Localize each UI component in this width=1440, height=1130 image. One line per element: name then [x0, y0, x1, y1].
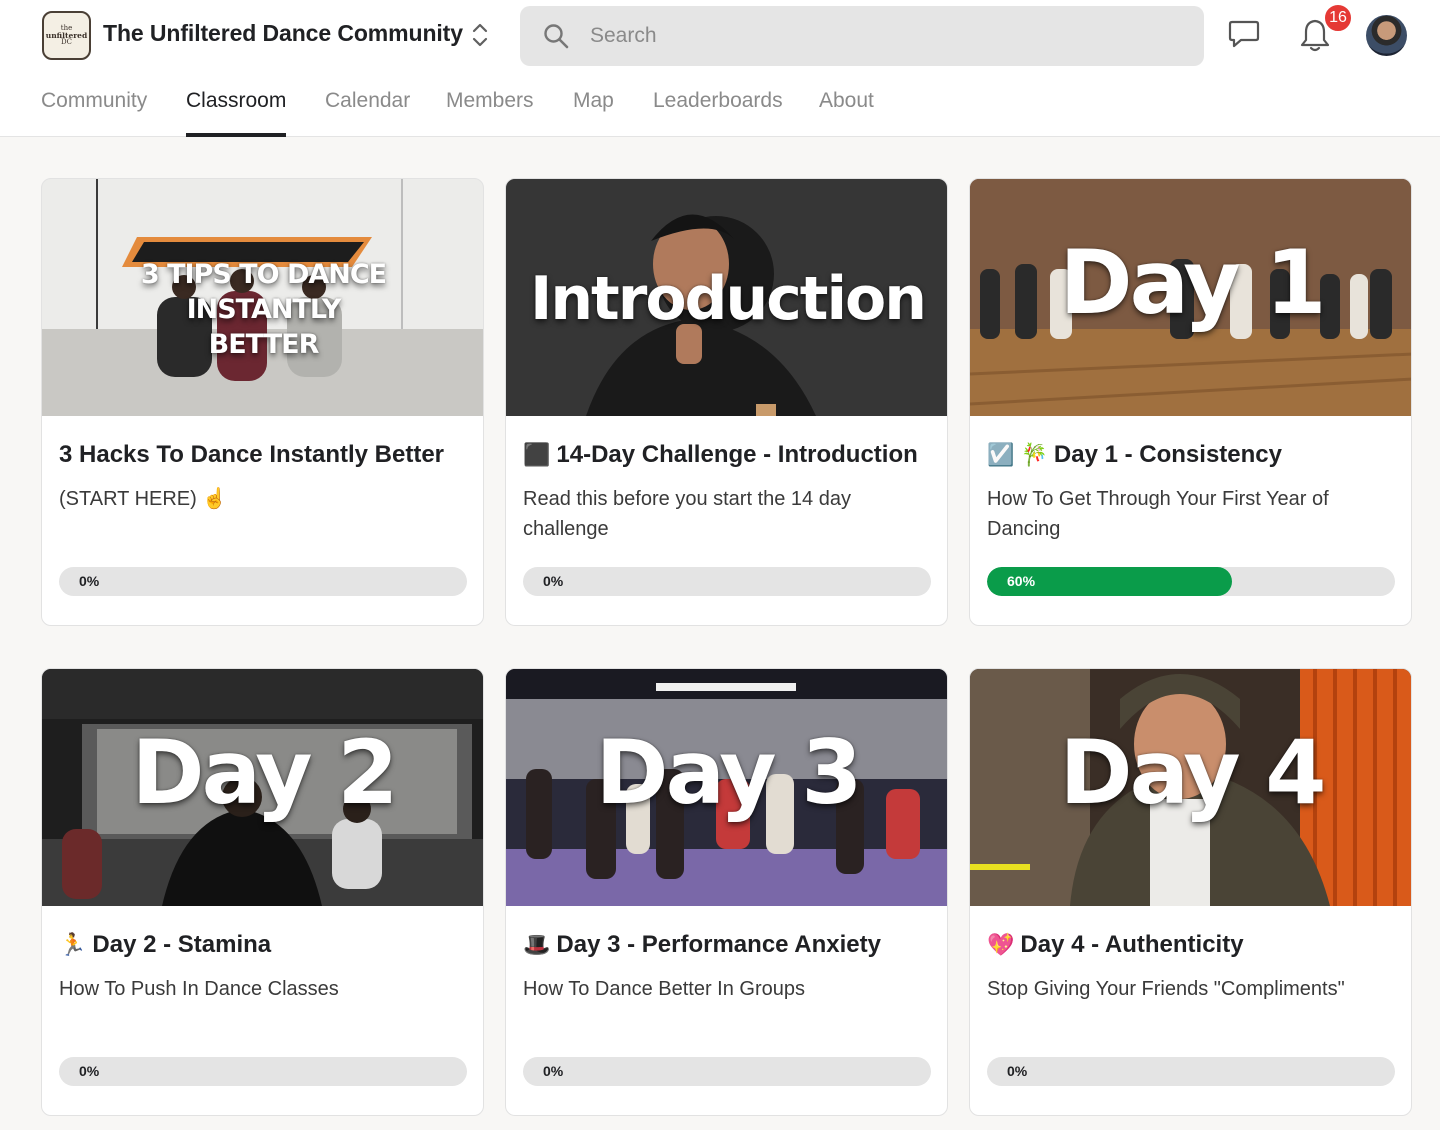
thumbnail-title: Day 3 — [595, 721, 863, 824]
thumbnail-title: Day 2 — [131, 721, 399, 824]
progress-bar: 0% — [523, 567, 931, 596]
course-title-text: Day 2 - Stamina — [92, 931, 272, 958]
course-description: Read this before you start the 14 day ch… — [523, 488, 851, 540]
progress-label: 60% — [1007, 573, 1036, 589]
course-title: 🏃 Day 2 - Stamina — [59, 931, 271, 959]
course-thumbnail: Day 2 — [42, 669, 483, 906]
tab-community[interactable]: Community — [41, 78, 147, 137]
course-card[interactable]: Day 4 💖 Day 4 - Authenticity Stop Giving… — [969, 668, 1412, 1116]
course-description: (START HERE) ☝️ — [59, 488, 228, 510]
progress-label: 0% — [543, 573, 564, 589]
course-description: How To Get Through Your First Year of Da… — [987, 488, 1329, 540]
course-title-text: 3 Hacks To Dance Instantly Better — [59, 441, 445, 468]
tab-leaderboards[interactable]: Leaderboards — [653, 78, 783, 137]
thumbnail-title: Day 4 — [1059, 721, 1327, 824]
course-title: 🎩 Day 3 - Performance Anxiety — [523, 931, 881, 959]
nav-tabs: Community Classroom Calendar Members Map… — [0, 78, 1000, 137]
thumbnail-title: Introduction — [530, 264, 927, 334]
course-title-text: Day 3 - Performance Anxiety — [556, 931, 881, 958]
tab-map[interactable]: Map — [573, 78, 614, 137]
course-card[interactable]: Day 3 🎩 Day 3 - Performance Anxiety How … — [505, 668, 948, 1116]
chat-icon — [1228, 20, 1260, 48]
progress-label: 0% — [79, 573, 100, 589]
checkbox-bamboo-icon: ☑️ 🎋 — [987, 442, 1048, 467]
logo-text-line: DC — [61, 38, 72, 47]
avatar[interactable] — [1366, 15, 1407, 56]
search-input[interactable] — [590, 6, 1190, 66]
course-card[interactable]: Day 2 🏃 Day 2 - Stamina How To Push In D… — [41, 668, 484, 1116]
sparkling-heart-icon: 💖 — [987, 932, 1015, 957]
course-title: ☑️ 🎋 Day 1 - Consistency — [987, 441, 1282, 469]
course-thumbnail: Day 4 — [970, 669, 1411, 906]
progress-bar: 0% — [59, 1057, 467, 1086]
tab-about[interactable]: About — [819, 78, 874, 137]
course-description: How To Push In Dance Classes — [59, 978, 339, 1000]
course-title: 3 Hacks To Dance Instantly Better — [59, 441, 444, 469]
progress-bar: 60% — [987, 567, 1395, 596]
square-icon: ⬛ — [523, 442, 551, 467]
course-description: Stop Giving Your Friends "Compliments" — [987, 978, 1345, 1000]
progress-label: 0% — [79, 1063, 100, 1079]
tab-members[interactable]: Members — [446, 78, 534, 137]
community-switcher[interactable] — [466, 20, 494, 50]
chevron-up-down-icon — [472, 23, 488, 47]
thumbnail-title: Day 1 — [1059, 231, 1327, 334]
community-name[interactable]: The Unfiltered Dance Community — [103, 20, 463, 47]
course-description: How To Dance Better In Groups — [523, 978, 805, 1000]
tab-calendar[interactable]: Calendar — [325, 78, 410, 137]
progress-bar: 0% — [59, 567, 467, 596]
progress-label: 0% — [1007, 1063, 1028, 1079]
course-thumbnail: Day 3 — [506, 669, 947, 906]
notification-count-badge: 16 — [1323, 3, 1353, 33]
course-card[interactable]: Day 1 ☑️ 🎋 Day 1 - Consistency How To Ge… — [969, 178, 1412, 626]
community-logo[interactable]: the unfiltered DC — [42, 11, 91, 60]
course-thumbnail: Introduction — [506, 179, 947, 416]
course-thumbnail: 3 TIPS TO DANCE INSTANTLY BETTER — [42, 179, 483, 416]
course-thumbnail: Day 1 — [970, 179, 1411, 416]
search-icon — [544, 24, 569, 49]
tab-classroom[interactable]: Classroom — [186, 78, 287, 137]
progress-label: 0% — [543, 1063, 564, 1079]
progress-bar: 0% — [523, 1057, 931, 1086]
chat-button[interactable] — [1227, 18, 1261, 50]
course-card[interactable]: Introduction ⬛ 14-Day Challenge - Introd… — [505, 178, 948, 626]
course-title: 💖 Day 4 - Authenticity — [987, 931, 1244, 959]
running-person-icon: 🏃 — [59, 932, 87, 957]
progress-bar: 0% — [987, 1057, 1395, 1086]
top-bar: the unfiltered DC The Unfiltered Dance C… — [0, 0, 1440, 137]
thumbnail-title: 3 TIPS TO DANCE INSTANTLY BETTER — [140, 259, 387, 360]
course-title: ⬛ 14-Day Challenge - Introduction — [523, 441, 918, 469]
search-bar[interactable] — [520, 6, 1204, 66]
top-hat-icon: 🎩 — [523, 932, 551, 957]
course-card[interactable]: 3 TIPS TO DANCE INSTANTLY BETTER 3 Hacks… — [41, 178, 484, 626]
course-title-text: 14-Day Challenge - Introduction — [556, 441, 918, 468]
course-title-text: Day 4 - Authenticity — [1020, 931, 1244, 958]
course-title-text: Day 1 - Consistency — [1053, 441, 1282, 468]
